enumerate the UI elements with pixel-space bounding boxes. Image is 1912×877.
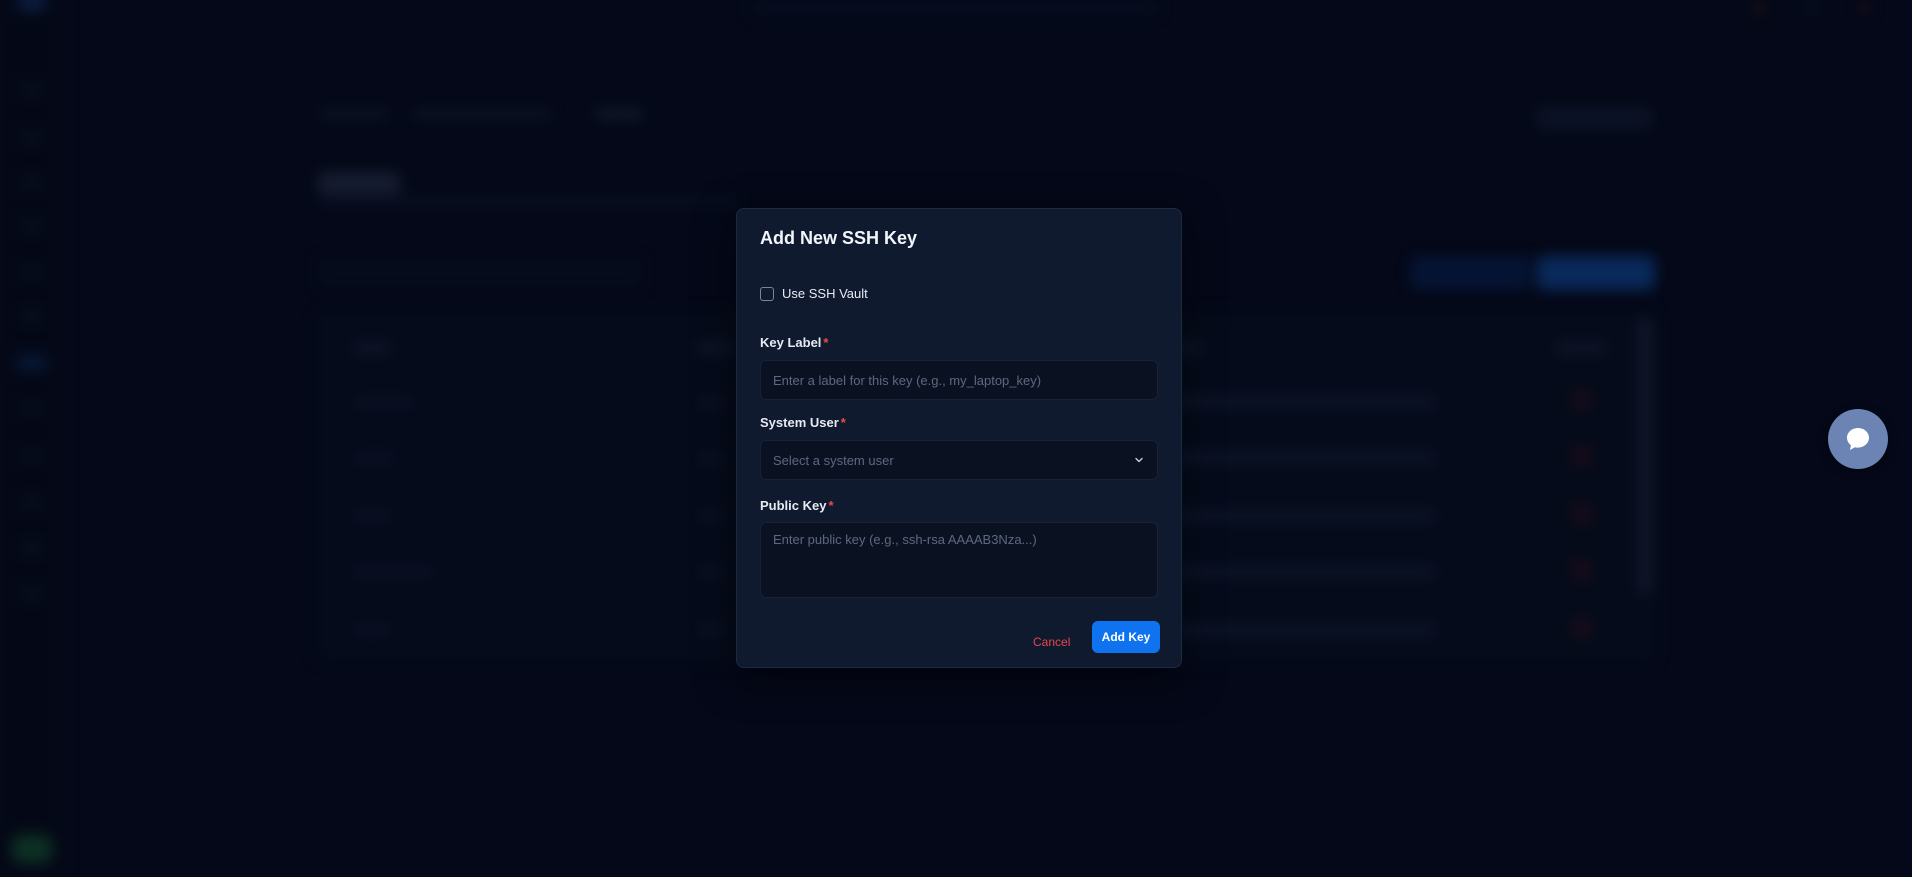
system-user-field-label: System User *	[760, 415, 846, 430]
system-user-placeholder: Select a system user	[773, 452, 894, 468]
add-key-button[interactable]: Add Key	[1092, 621, 1160, 653]
key-label-input[interactable]	[760, 360, 1158, 400]
required-marker: *	[828, 498, 834, 513]
cancel-button[interactable]: Cancel	[1025, 627, 1078, 657]
required-marker: *	[823, 335, 829, 350]
chat-bubble-icon	[1847, 428, 1869, 450]
chevron-down-icon	[1135, 457, 1143, 463]
public-key-textarea[interactable]	[760, 522, 1158, 598]
public-key-field-label: Public Key *	[760, 498, 834, 513]
add-ssh-key-dialog: Add New SSH Key Use SSH Vault Key Label *…	[736, 208, 1182, 668]
system-user-select[interactable]: Select a system user	[760, 440, 1158, 480]
app-root: Add New SSH Key Use SSH Vault Key Label *…	[0, 0, 1912, 877]
chat-widget-button[interactable]	[1828, 409, 1888, 469]
use-ssh-vault-checkbox[interactable]	[760, 286, 774, 301]
dialog-title: Add New SSH Key	[760, 228, 918, 248]
key-label-field-label: Key Label *	[760, 335, 829, 350]
use-ssh-vault-toggle[interactable]: Use SSH Vault	[760, 286, 868, 301]
use-ssh-vault-label: Use SSH Vault	[782, 286, 868, 301]
required-marker: *	[840, 415, 846, 430]
